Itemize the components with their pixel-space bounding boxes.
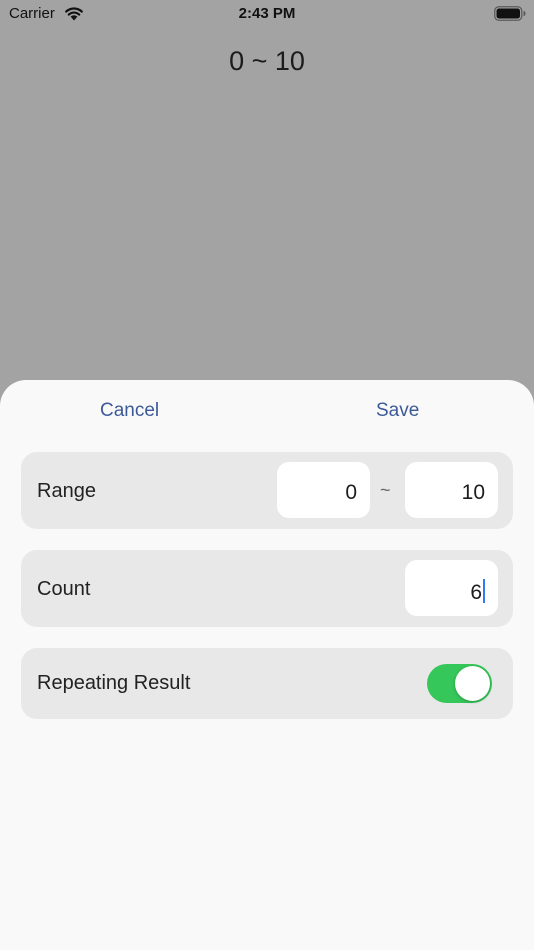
battery-icon — [494, 6, 526, 21]
status-bar: Carrier 2:43 PM — [0, 0, 534, 28]
range-max-input[interactable]: 10 — [405, 462, 498, 518]
range-label: Range — [37, 480, 96, 502]
count-input[interactable]: 6 — [405, 560, 498, 616]
range-max-value: 10 — [461, 481, 485, 504]
count-row: Count 6 — [21, 550, 513, 627]
repeating-result-label: Repeating Result — [37, 672, 191, 694]
range-min-value: 0 — [345, 481, 357, 504]
range-row: Range 0 ~ 10 — [21, 452, 513, 529]
range-min-input[interactable]: 0 — [277, 462, 370, 518]
range-separator: ~ — [380, 480, 391, 500]
cancel-button[interactable]: Cancel — [100, 400, 159, 422]
count-value: 6 — [470, 581, 482, 604]
save-button[interactable]: Save — [376, 400, 419, 422]
repeating-result-toggle[interactable] — [427, 664, 492, 703]
range-title: 0 ~ 10 — [229, 46, 305, 76]
count-label: Count — [37, 578, 91, 600]
toggle-knob — [455, 666, 490, 701]
status-time: 2:43 PM — [238, 5, 296, 22]
settings-sheet: Cancel Save Range 0 ~ 10 Count 6 Repeati… — [0, 380, 534, 950]
repeating-result-row: Repeating Result — [21, 648, 513, 719]
text-cursor — [483, 579, 485, 603]
